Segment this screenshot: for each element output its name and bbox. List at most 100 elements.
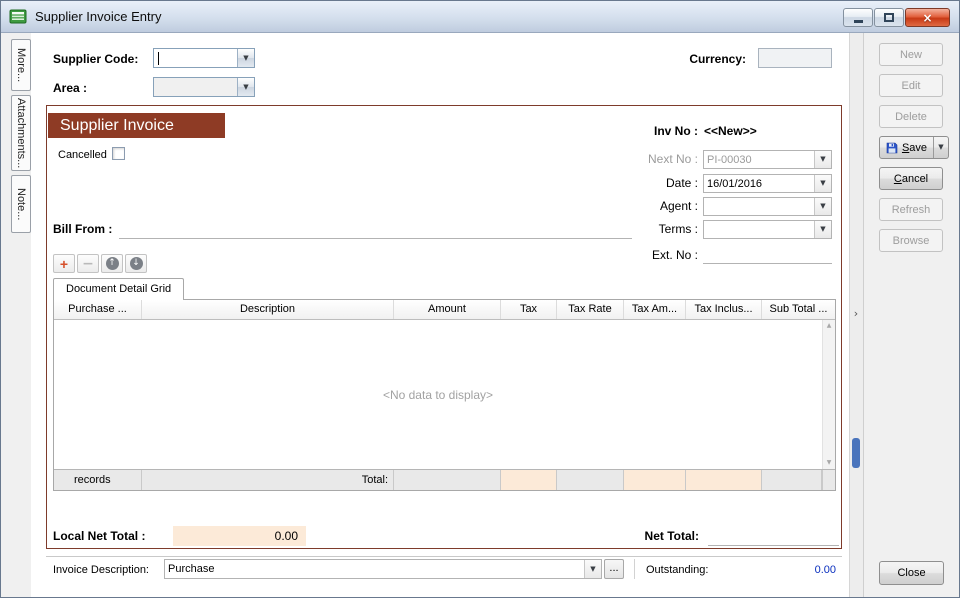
document-detail-grid: Purchase ... Description Amount Tax Tax … — [53, 299, 836, 491]
chevron-right-icon[interactable]: › — [849, 304, 863, 322]
add-row-button[interactable]: + — [53, 254, 75, 273]
supplier-code-input[interactable] — [154, 49, 237, 67]
footer-amount-cell — [394, 470, 501, 490]
agent-combobox: ▼ — [703, 197, 832, 216]
arrow-down-circle-icon: ↓ — [130, 257, 143, 270]
next-no-input[interactable]: PI-00030 — [704, 151, 814, 168]
bill-from-label: Bill From : — [53, 222, 112, 237]
scroll-up-icon: ▲ — [827, 323, 832, 329]
maximize-icon — [884, 13, 894, 22]
move-row-up-button[interactable]: ↑ — [101, 254, 123, 273]
close-button[interactable]: Close — [879, 561, 944, 585]
grid-header-row: Purchase ... Description Amount Tax Tax … — [54, 300, 835, 320]
outstanding-value: 0.00 — [719, 563, 836, 578]
cancel-button[interactable]: Cancel — [879, 167, 943, 190]
chevron-down-icon: ▼ — [820, 226, 825, 233]
date-combobox: 16/01/2016 ▼ — [703, 174, 832, 193]
area-dropdown-button[interactable]: ▼ — [237, 78, 254, 96]
new-button[interactable]: New — [879, 43, 943, 66]
grid-footer-row: records Total: — [54, 469, 835, 490]
agent-input[interactable] — [704, 198, 814, 215]
ext-no-field-underline — [703, 263, 832, 264]
browse-button[interactable]: Browse — [879, 229, 943, 252]
terms-dropdown-button[interactable]: ▼ — [814, 221, 831, 238]
refresh-button[interactable]: Refresh — [879, 198, 943, 221]
area-input[interactable] — [154, 78, 237, 96]
scrollbar-thumb[interactable] — [852, 438, 860, 468]
delete-button[interactable]: Delete — [879, 105, 943, 128]
edit-button-label: Edit — [902, 80, 921, 92]
minimize-icon — [854, 20, 863, 23]
invoice-description-browse-button[interactable]: ... — [604, 559, 624, 579]
column-header-tax-amount[interactable]: Tax Am... — [624, 300, 686, 319]
local-net-total-field: 0.00 — [173, 526, 306, 546]
grid-vertical-scrollbar[interactable]: ▲ ▼ — [822, 320, 835, 469]
browse-button-label: Browse — [893, 235, 930, 247]
column-header-sub-total[interactable]: Sub Total ... — [762, 300, 835, 319]
save-button[interactable]: Save ▼ — [879, 136, 949, 159]
outstanding-label: Outstanding: — [646, 563, 708, 578]
bottom-bar-divider — [634, 559, 635, 579]
maximize-button[interactable] — [874, 8, 904, 27]
scroll-down-icon: ▼ — [827, 460, 832, 466]
cancelled-checkbox[interactable] — [112, 147, 125, 160]
column-header-description[interactable]: Description — [142, 300, 394, 319]
chevron-down-icon: ▼ — [938, 144, 943, 151]
column-header-tax-rate[interactable]: Tax Rate — [557, 300, 624, 319]
sidebar-tab-note[interactable]: Note... — [11, 175, 31, 233]
chevron-down-icon: ▼ — [820, 156, 825, 163]
close-window-button[interactable]: × — [905, 8, 950, 27]
chevron-down-icon: ▼ — [243, 84, 248, 91]
cancelled-label: Cancelled — [58, 148, 107, 163]
delete-button-label: Delete — [895, 111, 927, 123]
sidebar-tab-attachments[interactable]: Attachments... — [11, 95, 31, 171]
edit-button[interactable]: Edit — [879, 74, 943, 97]
currency-label: Currency: — [684, 52, 746, 67]
remove-row-button[interactable]: − — [77, 254, 99, 273]
supplier-code-dropdown-button[interactable]: ▼ — [237, 49, 254, 67]
titlebar[interactable]: Supplier Invoice Entry × — [1, 1, 959, 33]
close-icon: × — [922, 12, 932, 24]
supplier-invoice-entry-window: Supplier Invoice Entry × More... Attachm… — [0, 0, 960, 598]
date-label: Date : — [638, 176, 698, 191]
save-dropdown-button[interactable]: ▼ — [933, 137, 948, 158]
terms-input[interactable] — [704, 221, 814, 238]
local-net-total-label: Local Net Total : — [53, 529, 145, 544]
records-count-label: records — [54, 470, 142, 490]
column-header-amount[interactable]: Amount — [394, 300, 501, 319]
plus-icon: + — [60, 257, 68, 271]
area-combobox: ▼ — [153, 77, 255, 97]
terms-combobox: ▼ — [703, 220, 832, 239]
invoice-description-input[interactable]: Purchase — [165, 560, 584, 578]
area-label: Area : — [53, 81, 87, 96]
grid-body[interactable]: <No data to display> ▲ ▼ — [54, 320, 835, 469]
grid-empty-text: <No data to display> — [54, 388, 822, 402]
invoice-panel-title: Supplier Invoice — [48, 113, 225, 138]
currency-field — [758, 48, 832, 68]
sidebar-tab-note-label: Note... — [15, 188, 27, 220]
arrow-up-circle-icon: ↑ — [106, 257, 119, 270]
tab-document-detail-grid[interactable]: Document Detail Grid — [53, 278, 184, 300]
column-header-purchase[interactable]: Purchase ... — [54, 300, 142, 319]
next-no-dropdown-button[interactable]: ▼ — [814, 151, 831, 168]
supplier-code-label: Supplier Code: — [53, 52, 138, 67]
new-button-label: New — [900, 49, 922, 61]
invoice-description-combobox: Purchase ▼ — [164, 559, 602, 579]
footer-tax-amount-cell — [624, 470, 686, 490]
move-row-down-button[interactable]: ↓ — [125, 254, 147, 273]
invoice-description-label: Invoice Description: — [53, 563, 149, 578]
invoice-description-dropdown-button[interactable]: ▼ — [584, 560, 601, 578]
sidebar-tab-more[interactable]: More... — [11, 39, 31, 91]
window-controls: × — [843, 8, 950, 27]
minimize-button[interactable] — [843, 8, 873, 27]
column-header-tax-inclusive[interactable]: Tax Inclus... — [686, 300, 762, 319]
agent-dropdown-button[interactable]: ▼ — [814, 198, 831, 215]
date-input[interactable]: 16/01/2016 — [704, 175, 814, 192]
date-dropdown-button[interactable]: ▼ — [814, 175, 831, 192]
column-header-tax[interactable]: Tax — [501, 300, 557, 319]
refresh-button-label: Refresh — [892, 204, 931, 216]
sidebar-tab-attachments-label: Attachments... — [15, 98, 27, 168]
footer-sub-total-cell — [762, 470, 822, 490]
cancel-button-label: Cancel — [894, 173, 928, 185]
next-no-label: Next No : — [638, 152, 698, 167]
